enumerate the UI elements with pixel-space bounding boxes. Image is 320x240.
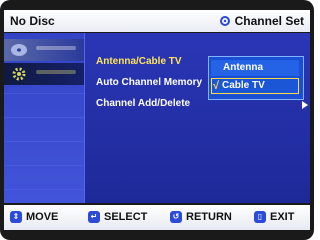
sidebar-item-label-blur <box>36 70 76 74</box>
option-label: Antenna <box>223 62 263 73</box>
page-title: No Disc <box>10 14 55 28</box>
sidebar-divider <box>4 93 84 94</box>
category-sidebar <box>4 33 85 203</box>
option-antenna[interactable]: Antenna <box>211 60 299 76</box>
move-label: MOVE <box>26 211 59 223</box>
sidebar-divider <box>4 165 84 166</box>
exit-hint: ▯ EXIT <box>254 211 294 223</box>
sidebar-divider <box>4 117 84 118</box>
option-label: Cable TV <box>222 80 265 91</box>
sidebar-item-setup[interactable] <box>4 63 84 85</box>
select-hint: ↵ SELECT <box>88 211 147 223</box>
check-icon: √ <box>213 80 220 92</box>
sidebar-item-label-blur <box>36 46 76 50</box>
return-icon: ↺ <box>170 211 182 223</box>
chevron-right-icon <box>302 101 308 109</box>
sidebar-divider <box>4 141 84 142</box>
sidebar-divider <box>4 189 84 190</box>
exit-icon: ▯ <box>254 211 266 223</box>
menu-item-auto-channel-memory[interactable]: Auto Channel Memory <box>96 77 202 88</box>
section-title: Channel Set <box>219 14 304 28</box>
setup-gear-icon <box>12 67 26 81</box>
select-enter-icon: ↵ <box>88 211 100 223</box>
sidebar-item-disc[interactable] <box>4 39 84 61</box>
move-hint: ⇕ MOVE <box>10 211 58 223</box>
menu-item-channel-add-delete[interactable]: Channel Add/Delete <box>96 98 308 109</box>
section-title-label: Channel Set <box>234 14 304 28</box>
footer-bar: ⇕ MOVE ↵ SELECT ↺ RETURN ▯ EXIT <box>4 205 310 230</box>
menu-item-label: Channel Add/Delete <box>96 98 191 109</box>
menu-panel: Antenna/Cable TV Auto Channel Memory Cha… <box>4 33 310 203</box>
menu-item-antenna-cable-tv[interactable]: Antenna/Cable TV <box>96 56 182 67</box>
exit-label: EXIT <box>270 211 295 223</box>
move-arrows-icon: ⇕ <box>10 211 22 223</box>
disc-menu-icon <box>11 44 27 56</box>
header-bar: No Disc Channel Set <box>4 10 310 32</box>
option-popup: Antenna √ Cable TV <box>208 56 304 100</box>
return-hint: ↺ RETURN <box>170 211 232 223</box>
setting-icon <box>219 16 230 26</box>
osd-screen: No Disc Channel Set Antenna/Cable TV Aut… <box>0 0 314 240</box>
option-cable-tv[interactable]: √ Cable TV <box>211 78 299 94</box>
select-label: SELECT <box>104 211 148 223</box>
return-label: RETURN <box>186 211 232 223</box>
